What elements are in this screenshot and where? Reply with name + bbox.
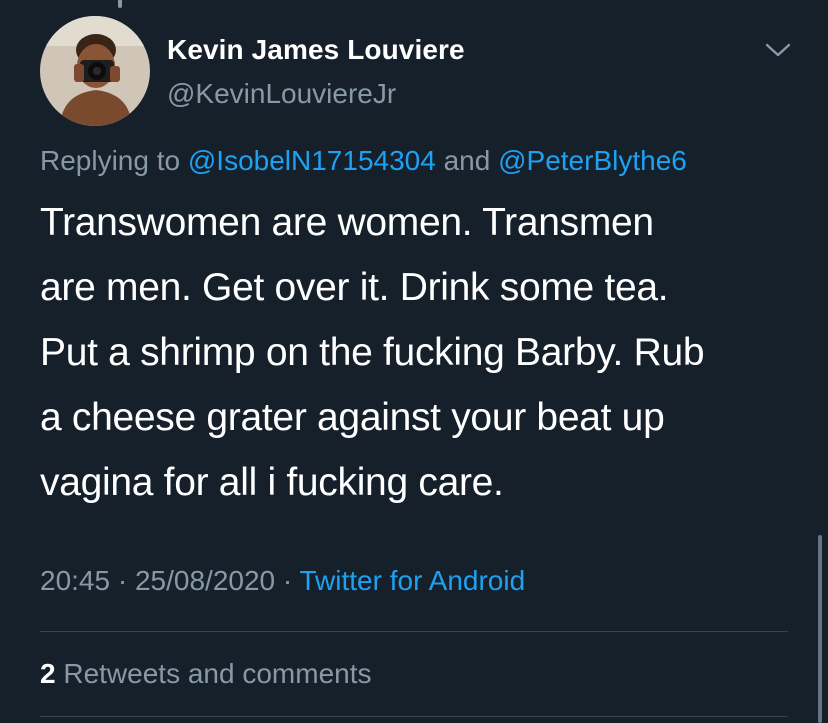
meta-separator: · <box>282 565 293 596</box>
replying-to-line: Replying to @IsobelN17154304 and @PeterB… <box>40 145 687 177</box>
tweet-metadata: 20:45 · 25/08/2020 · Twitter for Android <box>40 565 525 597</box>
tweet-source-link[interactable]: Twitter for Android <box>300 565 526 596</box>
tweet-time: 20:45 <box>40 565 111 596</box>
mention-link[interactable]: @IsobelN17154304 <box>188 145 436 176</box>
replying-conjunction: and <box>443 145 491 176</box>
tweet-text-line: are men. Get over it. Drink some tea. <box>40 266 669 309</box>
retweet-count: 2 <box>40 658 56 689</box>
thread-connector <box>118 0 122 8</box>
avatar[interactable] <box>40 16 150 126</box>
chevron-down-icon[interactable] <box>764 40 792 60</box>
meta-separator: · <box>117 565 128 596</box>
mention-link[interactable]: @PeterBlythe6 <box>498 145 687 176</box>
replying-prefix: Replying to <box>40 145 181 176</box>
tweet-text-line: a cheese grater against your beat up <box>40 396 665 439</box>
tweet-text-line: Put a shrimp on the fucking Barby. Rub <box>40 331 705 374</box>
divider <box>40 716 788 717</box>
author-display-name[interactable]: Kevin James Louviere <box>167 34 465 66</box>
tweet-text-line: vagina for all i fucking care. <box>40 461 504 504</box>
retweets-stat[interactable]: 2 Retweets and comments <box>40 658 372 690</box>
author-handle[interactable]: @KevinLouviereJr <box>167 78 396 110</box>
avatar-image <box>40 16 150 126</box>
divider <box>40 631 788 632</box>
scrollbar[interactable] <box>818 535 822 723</box>
tweet-date: 25/08/2020 <box>134 565 276 596</box>
retweet-label: Retweets and comments <box>63 658 372 689</box>
tweet-text-line: Transwomen are women. Transmen <box>40 201 654 244</box>
tweet-text: Transwomen are women. Transmen are men. … <box>40 190 800 515</box>
